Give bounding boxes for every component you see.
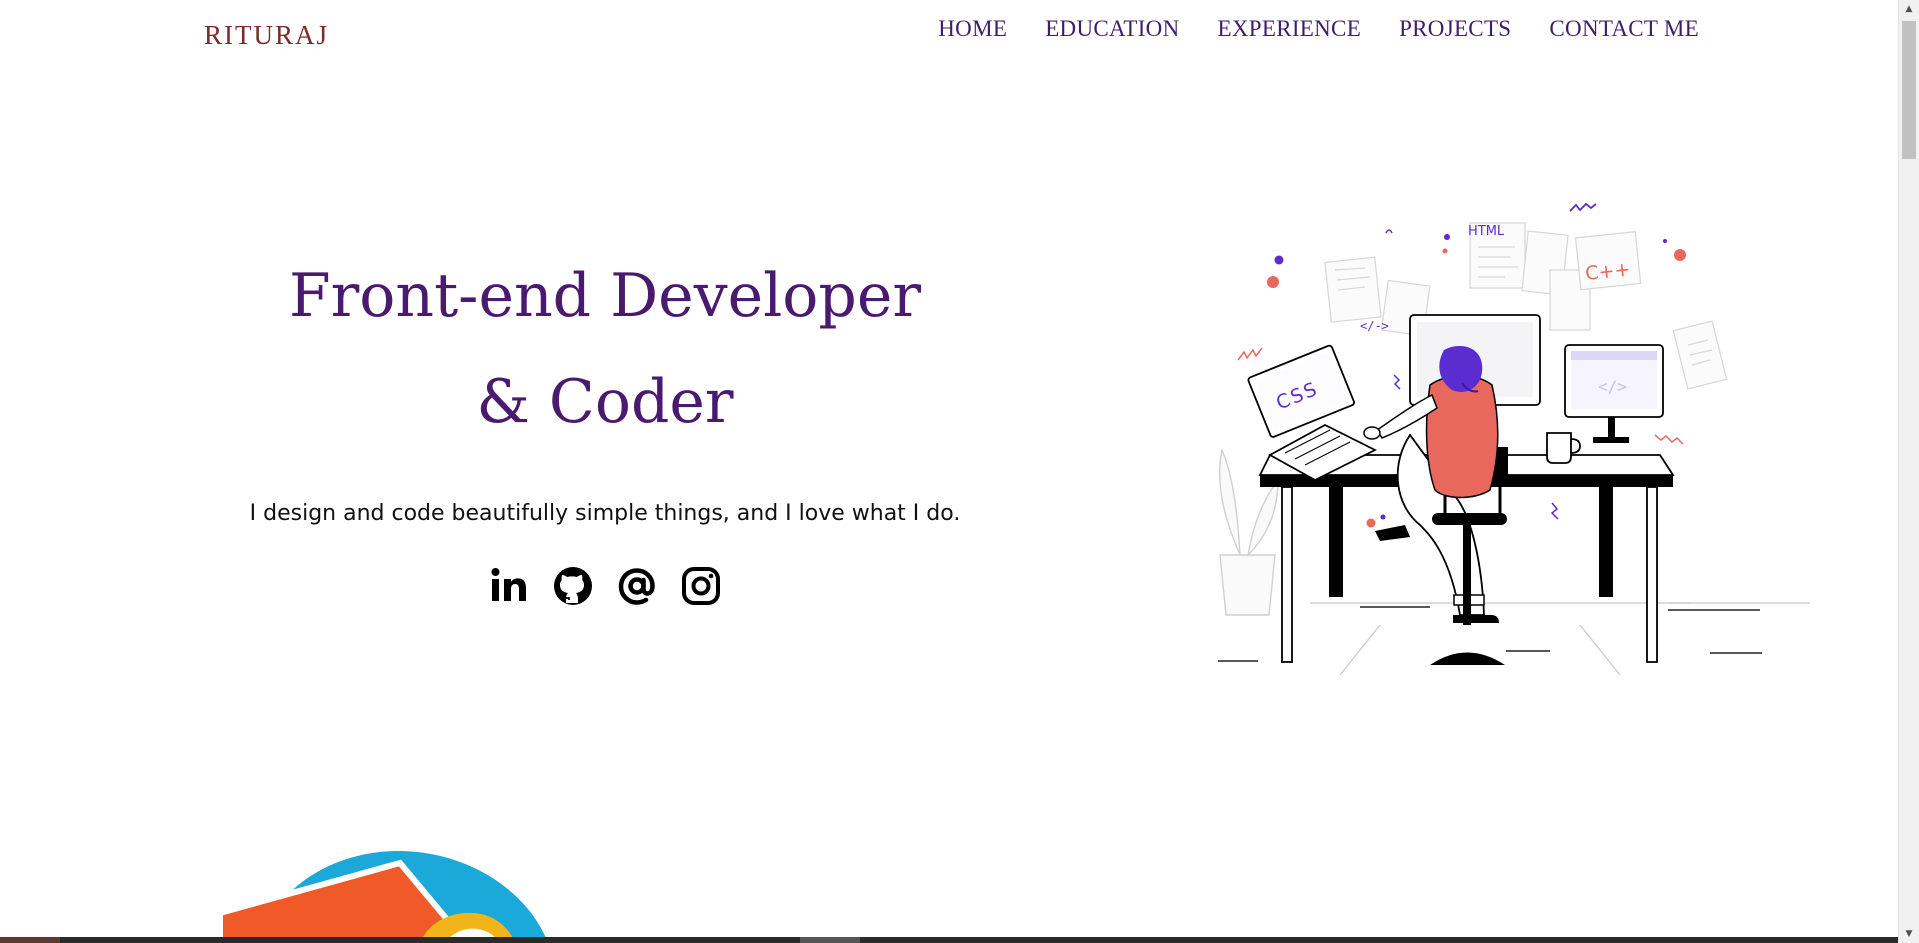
main-nav: HOME EDUCATION EXPERIENCE PROJECTS CONTA… (938, 16, 1699, 42)
hero-tagline: I design and code beautifully simple thi… (249, 501, 961, 526)
nav-projects[interactable]: PROJECTS (1399, 16, 1511, 42)
scroll-down-arrow-icon[interactable]: ▼ (1899, 925, 1919, 943)
nav-contact-me[interactable]: CONTACT ME (1549, 16, 1699, 42)
social-links (488, 565, 722, 607)
scroll-thumb[interactable] (1902, 21, 1916, 159)
vertical-scrollbar[interactable]: ▲ ▼ (1898, 0, 1919, 943)
nav-home[interactable]: HOME (938, 16, 1007, 42)
code-tag-label: </-> (1360, 319, 1389, 333)
brand-logo[interactable]: RITURAJ (204, 20, 329, 51)
instagram-link[interactable] (680, 565, 722, 607)
email-link[interactable] (616, 565, 658, 607)
hero-title-line1: Front-end Developer (288, 261, 922, 331)
education-section-art (217, 851, 548, 943)
bottom-edge-strip (0, 937, 1898, 943)
developer-illustration: HTML C++ </-> CSS </> (1218, 202, 1810, 676)
hero-title-line2: & Coder (476, 367, 734, 437)
github-icon (554, 567, 592, 605)
email-at-icon (618, 568, 655, 605)
html-label: HTML (1468, 224, 1505, 239)
nav-education[interactable]: EDUCATION (1045, 16, 1179, 42)
scroll-up-arrow-icon[interactable]: ▲ (1899, 0, 1919, 18)
linkedin-link[interactable] (488, 565, 530, 607)
nav-experience[interactable]: EXPERIENCE (1218, 16, 1362, 42)
cpp-label: C++ (1584, 258, 1631, 285)
svg-text:</>: </> (1598, 377, 1627, 396)
linkedin-icon (491, 568, 526, 601)
instagram-icon (682, 567, 720, 605)
github-link[interactable] (552, 565, 594, 607)
